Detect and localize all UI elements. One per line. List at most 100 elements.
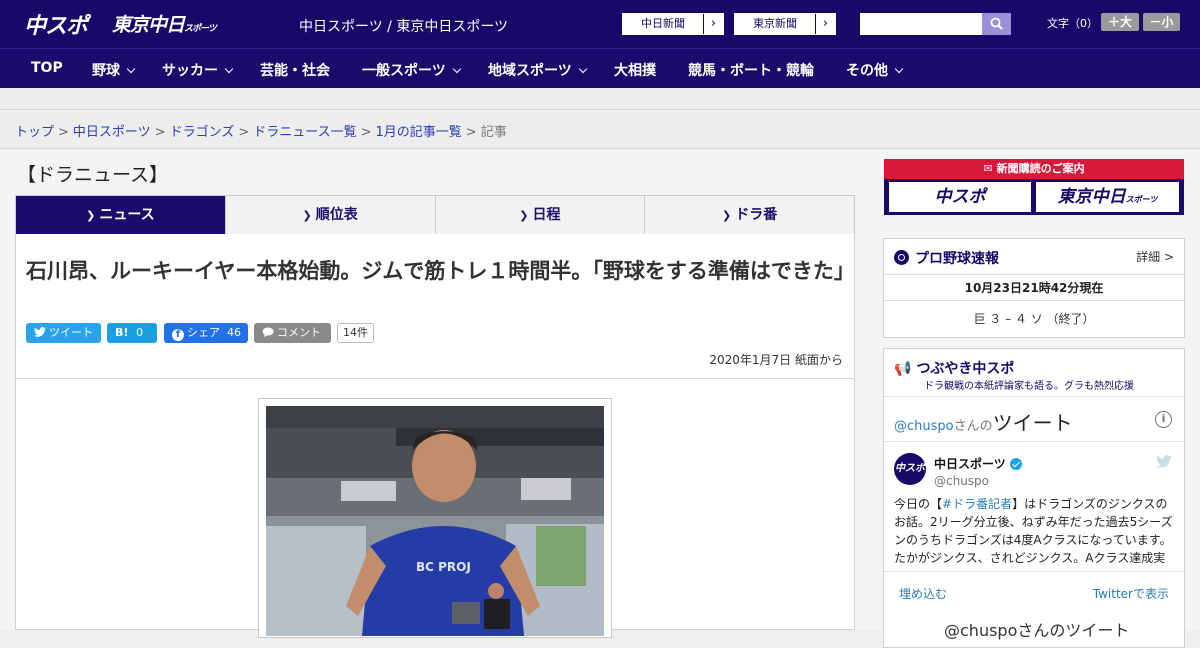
comment-button[interactable]: コメント: [254, 323, 331, 343]
verified-badge-icon: [1009, 458, 1022, 470]
divider: [884, 274, 1184, 275]
tweet-hashtag[interactable]: #ドラ番記者: [942, 497, 1012, 511]
tokyo-shimbun-link[interactable]: 東京新聞 ›: [734, 13, 836, 35]
facebook-share-button[interactable]: f シェア 46: [164, 323, 248, 343]
breadcrumb-chunichi-sports[interactable]: 中日スポーツ: [73, 125, 151, 140]
nav-soccer[interactable]: サッカー: [162, 60, 234, 80]
subscribe-chuspo-button[interactable]: 中スポ: [889, 182, 1031, 212]
article-photo[interactable]: BC PROJ: [266, 406, 604, 636]
tab-label: ドラ番: [735, 207, 778, 223]
chuspo-logo[interactable]: 中スポ: [24, 8, 88, 40]
chevron-down-icon: [452, 64, 461, 74]
site-names[interactable]: 中日スポーツ / 東京中日スポーツ: [299, 16, 508, 36]
font-larger-button[interactable]: ＋大: [1101, 13, 1139, 31]
breadcrumb-separator: >: [238, 125, 250, 140]
font-smaller-button[interactable]: －小: [1143, 13, 1180, 31]
tsubuyaki-box: 📢 つぶやき中スポ ドラ観戦の本紙評論家も語る。グラも熱烈応援 @chuspoさん…: [883, 348, 1185, 648]
subscription-banner[interactable]: ✉ 新聞購読のご案内 中スポ 東京中日スポーツ: [884, 159, 1184, 215]
nav-label: サッカー: [162, 63, 218, 79]
twitter-bird-icon: [34, 327, 46, 337]
breadcrumb: トップ > 中日スポーツ > ドラゴンズ > ドラニュース一覧 >1月の記事一覧 > 記事: [0, 110, 1200, 149]
tweet-button[interactable]: ツイート: [26, 323, 101, 343]
breadcrumb-separator: >: [465, 125, 477, 140]
nav-entertainment[interactable]: 芸能・社会: [260, 60, 330, 80]
subnav-strip: [0, 88, 1200, 110]
tokyo-shimbun-label: 東京新聞: [753, 17, 797, 30]
tab-standings[interactable]: ❯ 順位表: [224, 196, 435, 234]
breadcrumb-current: 記事: [480, 125, 507, 140]
tab-label: 順位表: [315, 207, 358, 223]
info-icon[interactable]: i: [1155, 411, 1172, 428]
tokyo-chunichi-logo[interactable]: 東京中日スポーツ: [112, 10, 217, 37]
divider: [884, 571, 1184, 572]
baseball-title-text: プロ野球速報: [915, 251, 999, 267]
chevron-right-icon: ❯: [519, 209, 529, 222]
subscription-heading: ✉ 新聞購読のご案内: [884, 159, 1184, 179]
facebook-icon: f: [172, 329, 184, 341]
svg-text:BC PROJ: BC PROJ: [416, 560, 471, 574]
nav-label: TOP: [31, 60, 63, 76]
tab-news[interactable]: ❯ ニュース: [16, 196, 225, 241]
tab-schedule[interactable]: ❯ 日程: [434, 196, 645, 234]
nav-label: 競馬・ボート・競輪: [688, 63, 814, 79]
tsubuyaki-title: 📢 つぶやき中スポ: [894, 358, 1014, 378]
breadcrumb-dragons[interactable]: ドラゴンズ: [170, 125, 235, 140]
embed-link[interactable]: 埋め込む: [899, 585, 947, 602]
font-size-label: 文字（0）: [1047, 17, 1098, 30]
tweet-text: 今日の【#ドラ番記者】はドラゴンズのジンクスのお話。2リーグ分立後、ねずみ年だっ…: [894, 495, 1174, 567]
search-button[interactable]: [982, 13, 1011, 35]
game-score[interactable]: 巨 ３ – ４ ソ （終了）: [884, 310, 1184, 327]
chevron-right-icon: ❯: [722, 209, 732, 222]
hatena-label: B!: [115, 326, 129, 339]
tab-dora-ban[interactable]: ❯ ドラ番: [644, 196, 854, 234]
breadcrumb-january-list[interactable]: 1月の記事一覧: [376, 125, 462, 140]
nav-baseball[interactable]: 野球: [92, 60, 136, 80]
nav-general-sports[interactable]: 一般スポーツ: [362, 60, 461, 80]
nav-racing[interactable]: 競馬・ボート・競輪: [688, 60, 814, 80]
chevron-down-icon: [126, 64, 136, 74]
breadcrumb-separator: >: [360, 125, 372, 140]
feed-big: ツイート: [992, 411, 1073, 435]
tokyo-logo-main: 東京中日: [112, 14, 185, 36]
tweet-author[interactable]: 中日スポーツ: [934, 455, 1022, 472]
chevron-down-icon: [578, 64, 587, 74]
feed-handle: @chuspo: [894, 419, 954, 434]
hatena-bookmark-button[interactable]: B! 0: [107, 323, 157, 343]
nav-top[interactable]: TOP: [31, 60, 63, 76]
nav-sumo[interactable]: 大相撲: [614, 60, 656, 80]
nav-label: 大相撲: [614, 63, 656, 79]
chevron-right-icon: ›: [815, 14, 835, 34]
tokyo-logo-sub: スポーツ: [184, 24, 217, 34]
more-tweets-link[interactable]: @chuspoさんのツイート: [944, 617, 1129, 641]
subscription-heading-text: 新聞購読のご案内: [996, 162, 1085, 175]
view-on-twitter-link[interactable]: Twitterで表示: [1093, 585, 1169, 602]
article-divider: [16, 378, 854, 379]
breadcrumb-top[interactable]: トップ: [15, 125, 54, 140]
breadcrumb-separator: >: [154, 125, 166, 140]
comment-count[interactable]: 14件: [337, 323, 374, 343]
newspaper-icon: ✉: [983, 162, 993, 175]
nav-label: その他: [846, 63, 888, 79]
breadcrumb-dora-news-list[interactable]: ドラニュース一覧: [253, 125, 356, 140]
score-timestamp: 10月23日21時42分現在: [964, 281, 1104, 295]
baseball-icon: [894, 250, 909, 265]
tab-label: 日程: [532, 207, 561, 223]
nav-label: 一般スポーツ: [362, 63, 446, 79]
baseball-detail-link[interactable]: 詳細 >: [1136, 248, 1174, 265]
chevron-down-icon: [224, 64, 234, 74]
tweet-handle[interactable]: @chuspo: [934, 474, 989, 488]
twitter-bird-icon[interactable]: [1156, 455, 1172, 468]
avatar[interactable]: 中スポ: [894, 453, 926, 485]
nav-other[interactable]: その他: [846, 60, 904, 80]
tokyo-chunichi-label: 東京中日: [1057, 187, 1126, 207]
nav-regional-sports[interactable]: 地域スポーツ: [488, 60, 587, 80]
section-title: 【ドラニュース】: [17, 164, 169, 186]
chunichi-shimbun-link[interactable]: 中日新聞 ›: [622, 13, 724, 35]
chunichi-shimbun-label: 中日新聞: [641, 17, 685, 30]
chevron-right-icon: ❯: [302, 209, 312, 222]
speech-bubble-icon: [262, 327, 274, 337]
twitter-feed-header[interactable]: @chuspoさんのツイート: [894, 407, 1073, 436]
divider: [884, 300, 1184, 301]
search-input[interactable]: [860, 13, 982, 35]
subscribe-tokyo-chunichi-button[interactable]: 東京中日スポーツ: [1036, 182, 1179, 212]
